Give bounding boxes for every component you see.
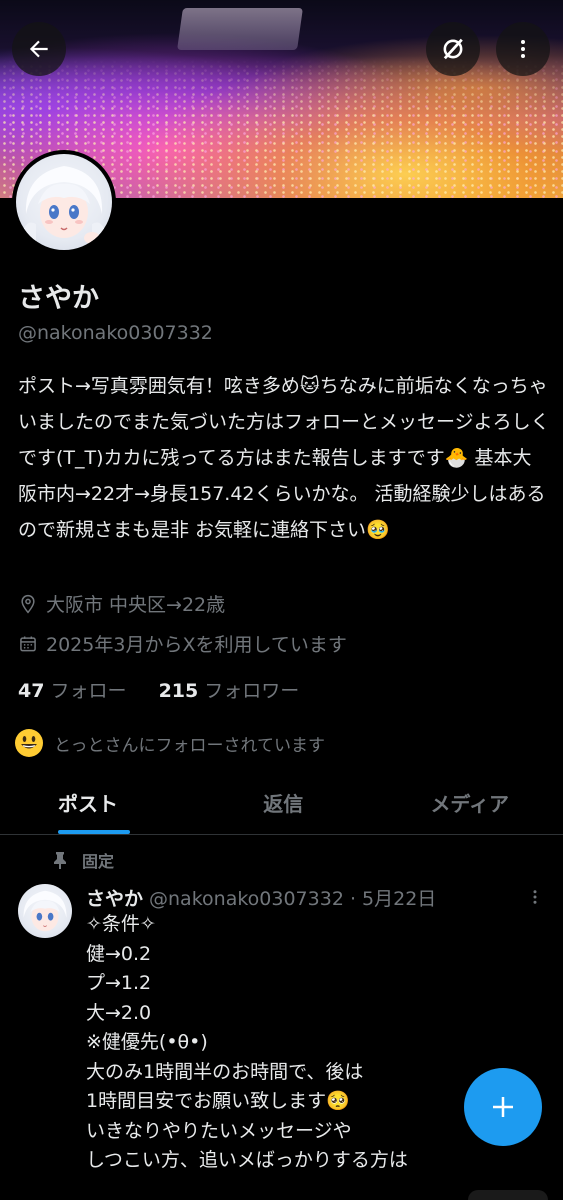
following-count: 47 bbox=[18, 680, 45, 702]
post-more-button[interactable] bbox=[526, 888, 544, 910]
tab-media-label: メディア bbox=[430, 791, 510, 816]
post-line: いきなりやりたいメッセージや bbox=[86, 1119, 352, 1142]
arrow-left-icon bbox=[29, 40, 48, 58]
profile-avatar[interactable] bbox=[12, 150, 116, 254]
joined-text: 2025年3月からXを利用しています bbox=[46, 634, 347, 656]
calendar-icon bbox=[20, 636, 36, 651]
tab-media[interactable]: メディア bbox=[377, 770, 563, 834]
grinning-face-icon bbox=[15, 729, 43, 757]
more-vertical-icon bbox=[521, 40, 525, 58]
joined-row: 2025年3月からXを利用しています bbox=[18, 630, 347, 657]
following-label: フォロー bbox=[50, 680, 127, 702]
post-author-avatar[interactable] bbox=[18, 884, 72, 938]
location-pin-icon bbox=[21, 594, 35, 613]
more-vertical-icon bbox=[533, 890, 537, 904]
tab-replies[interactable]: 返信 bbox=[190, 770, 377, 834]
compose-post-button[interactable] bbox=[464, 1068, 542, 1146]
secondary-floating-button[interactable] bbox=[468, 1190, 548, 1200]
post-line: しつこい方、追いメばっかりする方は bbox=[86, 1149, 408, 1171]
post-line: プ→1.2 bbox=[86, 972, 152, 994]
followers-link[interactable]: 215 フォロワー bbox=[159, 680, 304, 702]
following-link[interactable]: 47 フォロー bbox=[18, 680, 131, 702]
post-author-name[interactable]: さやか bbox=[86, 888, 143, 910]
active-tab-indicator bbox=[58, 830, 130, 834]
back-button[interactable] bbox=[12, 22, 66, 76]
grok-icon bbox=[443, 38, 463, 60]
tab-posts-label: ポスト bbox=[58, 791, 118, 816]
followers-count: 215 bbox=[158, 680, 199, 702]
post-body[interactable]: ✧条件✧ 健→0.2 プ→1.2 大→2.0 ※健優先(•θ•) 大のみ1時間半… bbox=[86, 910, 526, 1176]
grok-button[interactable] bbox=[426, 22, 480, 76]
followers-label: フォロワー bbox=[204, 680, 300, 702]
follow-stats: 47 フォロー 215 フォロワー bbox=[18, 676, 307, 703]
display-name: さやか bbox=[18, 283, 99, 314]
followed-by-text: とっとさんにフォローされています bbox=[54, 735, 325, 756]
post-line: 健→0.2 bbox=[86, 942, 152, 965]
post-line: ✧条件✧ bbox=[86, 913, 156, 935]
more-options-button[interactable] bbox=[496, 22, 550, 76]
profile-bio: ポスト→写真雰囲気有！呟き多め🐱ちなみに前垢なくなっちゃいましたのでまた気づいた… bbox=[18, 375, 550, 541]
followed-by-row[interactable]: とっとさんにフォローされています bbox=[14, 728, 325, 758]
pinned-label: 固定 bbox=[82, 852, 115, 871]
avatar-image bbox=[16, 154, 112, 250]
post-line: 大→2.0 bbox=[86, 1001, 152, 1024]
post-line: ※健優先(•θ•) bbox=[86, 1031, 208, 1053]
post-line: 1時間目安でお願い致します🥺 bbox=[86, 1090, 350, 1112]
post-line: 大のみ1時間半のお時間で、後は bbox=[86, 1060, 364, 1083]
pin-icon bbox=[54, 852, 66, 869]
location-text: 大阪市 中央区→22歳 bbox=[46, 594, 226, 616]
user-handle: @nakonako0307332 bbox=[18, 322, 213, 344]
plus-icon bbox=[493, 1097, 513, 1117]
location-row: 大阪市 中央区→22歳 bbox=[18, 590, 225, 617]
post-header: さやか @nakonako0307332 · 5月22日 bbox=[86, 884, 436, 911]
tab-posts[interactable]: ポスト bbox=[0, 770, 190, 834]
tab-replies-label: 返信 bbox=[263, 791, 304, 816]
profile-tabs: ポスト 返信 メディア bbox=[0, 770, 563, 835]
post-handle-date[interactable]: @nakonako0307332 · 5月22日 bbox=[149, 888, 436, 910]
pinned-indicator: 固定 bbox=[52, 848, 114, 872]
